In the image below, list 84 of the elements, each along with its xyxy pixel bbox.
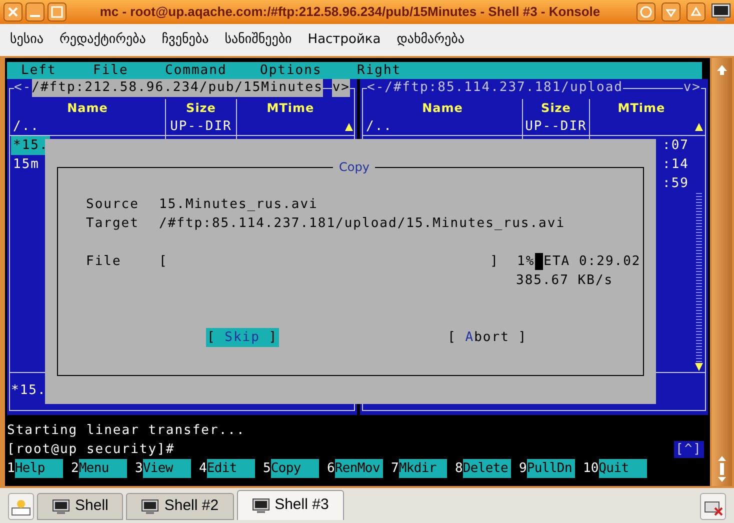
scrollbar[interactable] [712,58,732,486]
function-key-button[interactable]: View [142,459,191,478]
shade-down-icon[interactable] [661,2,681,22]
field-label: Target [86,215,140,233]
text-cursor [534,253,543,270]
bracket: ] [490,253,499,271]
monitor-icon [711,2,731,22]
terminal-tab[interactable]: Shell #3 [236,490,344,520]
speed-text: 385.67 KB/s [516,272,614,290]
size-cell: UP--DIR [170,119,232,134]
column-header[interactable]: Name [10,99,166,117]
key-number: 1 [7,460,15,478]
menu-item[interactable]: Left [21,63,56,78]
function-key-button[interactable]: RenMov [334,459,383,478]
menu-item[interactable]: Options [260,63,322,78]
function-key-button[interactable]: Quit [598,459,647,478]
scroll-indicator[interactable]: [^] [674,441,704,458]
column-header[interactable]: Name [363,99,523,117]
key-number: 7 [391,460,399,478]
menu-item[interactable]: სესია [10,30,44,50]
column-header[interactable]: MTime [237,99,344,117]
column-header[interactable]: MTime [590,99,693,117]
scroll-up-arrow-icon[interactable] [694,122,704,132]
maximize-icon[interactable] [47,2,67,22]
history-button[interactable]: v> [332,79,350,97]
monitor-icon [252,498,270,514]
window-title: mc - root@up.aqache.com:/#ftp:212.58.96.234/pub/15Minutes - Shell #3 - Konsole [98,3,602,22]
key-number: 4 [199,460,207,478]
path-label: <-/#ftp:85.114.237.181/upload [367,79,623,97]
function-key-button[interactable]: Copy [270,459,319,478]
scroll-up-arrow-icon[interactable] [344,122,354,132]
terminal-tab[interactable]: Shell #2 [126,493,234,520]
column-header[interactable]: Size [523,99,590,117]
column-header[interactable]: Size [166,99,237,117]
menu-item[interactable]: ჩვენება [162,30,209,50]
key-number: 3 [135,460,143,478]
percent-text: 1% [517,253,535,271]
key-number: 6 [327,460,335,478]
function-key-button[interactable]: PullDn [526,459,575,478]
file-name[interactable]: 15m [11,155,42,174]
function-key-button[interactable]: Menu [78,459,127,478]
eta-text: ETA 0:29.02 [544,253,641,271]
function-key-button[interactable]: Help [14,459,63,478]
file-name[interactable]: /.. [364,117,394,136]
function-key-button[interactable]: Delete [462,459,511,478]
menu-item[interactable]: რედაქტირება [60,30,146,50]
source-value: 15.Minutes_rus.avi [159,196,318,214]
menu-item[interactable]: სანიშნეები [224,30,292,50]
key-number: 5 [263,460,271,478]
function-key-button[interactable]: Mkdir [398,459,447,478]
time-cell: :59 [662,176,689,191]
shade-up-icon[interactable] [686,2,706,22]
bracket: [ [159,253,168,271]
menu-item[interactable]: Command [165,63,227,78]
menu-item[interactable]: Right [357,63,402,78]
new-session-icon[interactable] [8,493,34,520]
output-text: Starting linear transfer... [7,422,246,440]
abort-button[interactable]: [ Abort ] [446,328,528,347]
size-cell: UP--DIR [525,119,587,134]
key-number: 2 [71,460,79,478]
skip-button[interactable]: [ Skip ] [206,328,279,347]
file-name[interactable]: /.. [11,117,42,136]
function-key-button[interactable]: Edit [206,459,255,478]
scroll-down-arrow-icon[interactable] [694,362,704,372]
terminal-tab[interactable]: Shell [37,493,124,520]
status-text: *15. [11,383,46,398]
target-value: /#ftp:85.114.237.181/upload/15.Minutes_rus.avi [159,215,566,233]
menu-item[interactable]: File [93,63,128,78]
menu-item[interactable]: დახმარება [396,30,464,50]
menu-item[interactable]: Настройка [308,30,381,50]
shell-prompt: [root@up security]# [7,441,175,459]
close-session-icon[interactable] [700,493,726,520]
monitor-icon [141,498,160,514]
field-label: Source [86,196,140,214]
path-label: /#ftp:212.58.96.234/pub/15Minutes [32,79,323,97]
key-number: 10 [583,460,599,478]
key-number: 9 [519,460,527,478]
key-number: 8 [455,460,463,478]
close-icon[interactable] [3,2,23,22]
time-cell: :07 [662,138,689,153]
monitor-icon [52,498,70,514]
minimize-icon[interactable] [25,2,45,22]
time-cell: :14 [662,157,689,172]
field-label: File [86,253,122,271]
